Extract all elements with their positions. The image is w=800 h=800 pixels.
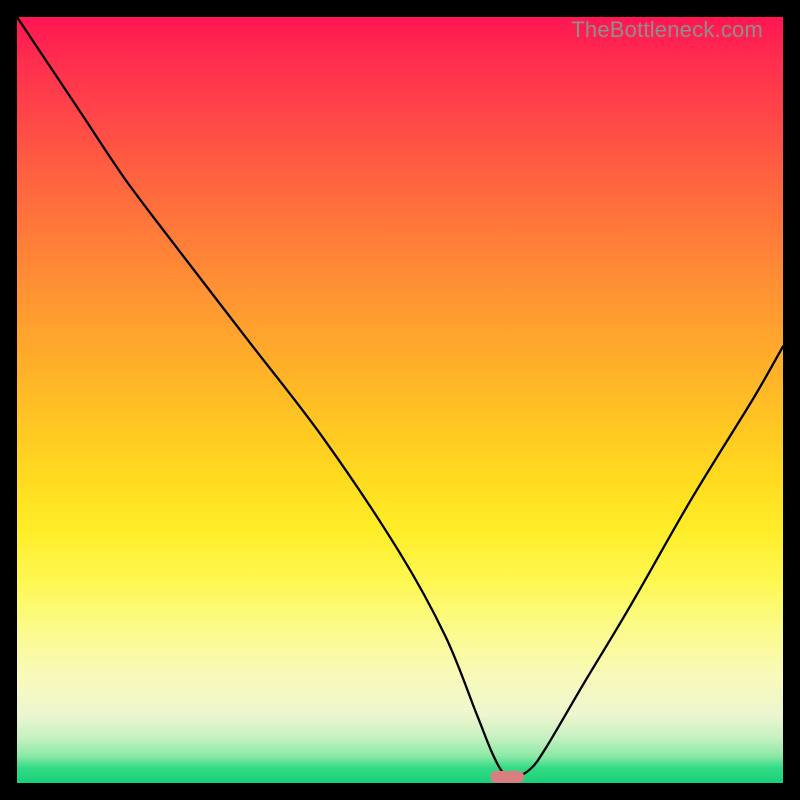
bottleneck-curve bbox=[17, 17, 783, 777]
plot-area: TheBottleneck.com bbox=[17, 17, 783, 783]
optimal-marker bbox=[490, 771, 524, 783]
chart-frame: TheBottleneck.com bbox=[0, 0, 800, 800]
chart-svg bbox=[17, 17, 783, 783]
